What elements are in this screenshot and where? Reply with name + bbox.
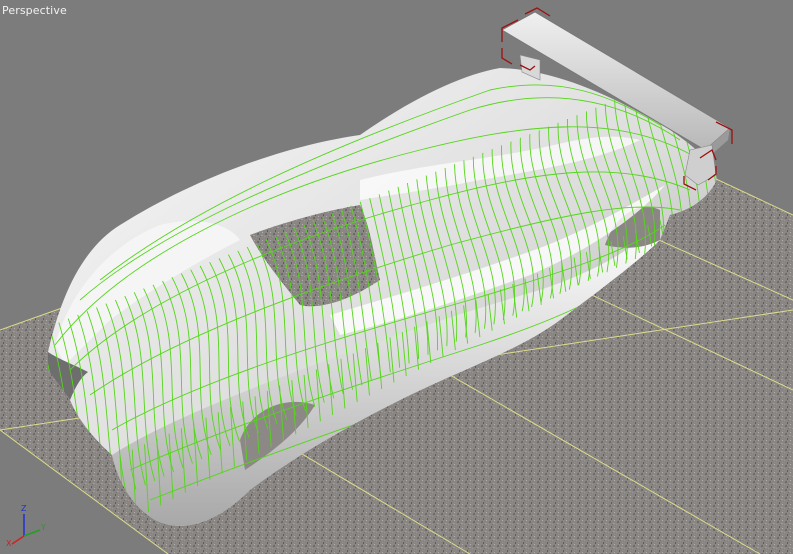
axis-gizmo: Z Y X (6, 504, 46, 548)
viewport-label[interactable]: Perspective (2, 4, 67, 17)
x-axis-label: X (6, 539, 12, 548)
y-axis-label: Y (40, 523, 46, 532)
scene-canvas[interactable] (0, 0, 793, 554)
perspective-viewport[interactable]: Perspective Z Y X (0, 0, 793, 554)
z-axis-label: Z (21, 504, 27, 513)
